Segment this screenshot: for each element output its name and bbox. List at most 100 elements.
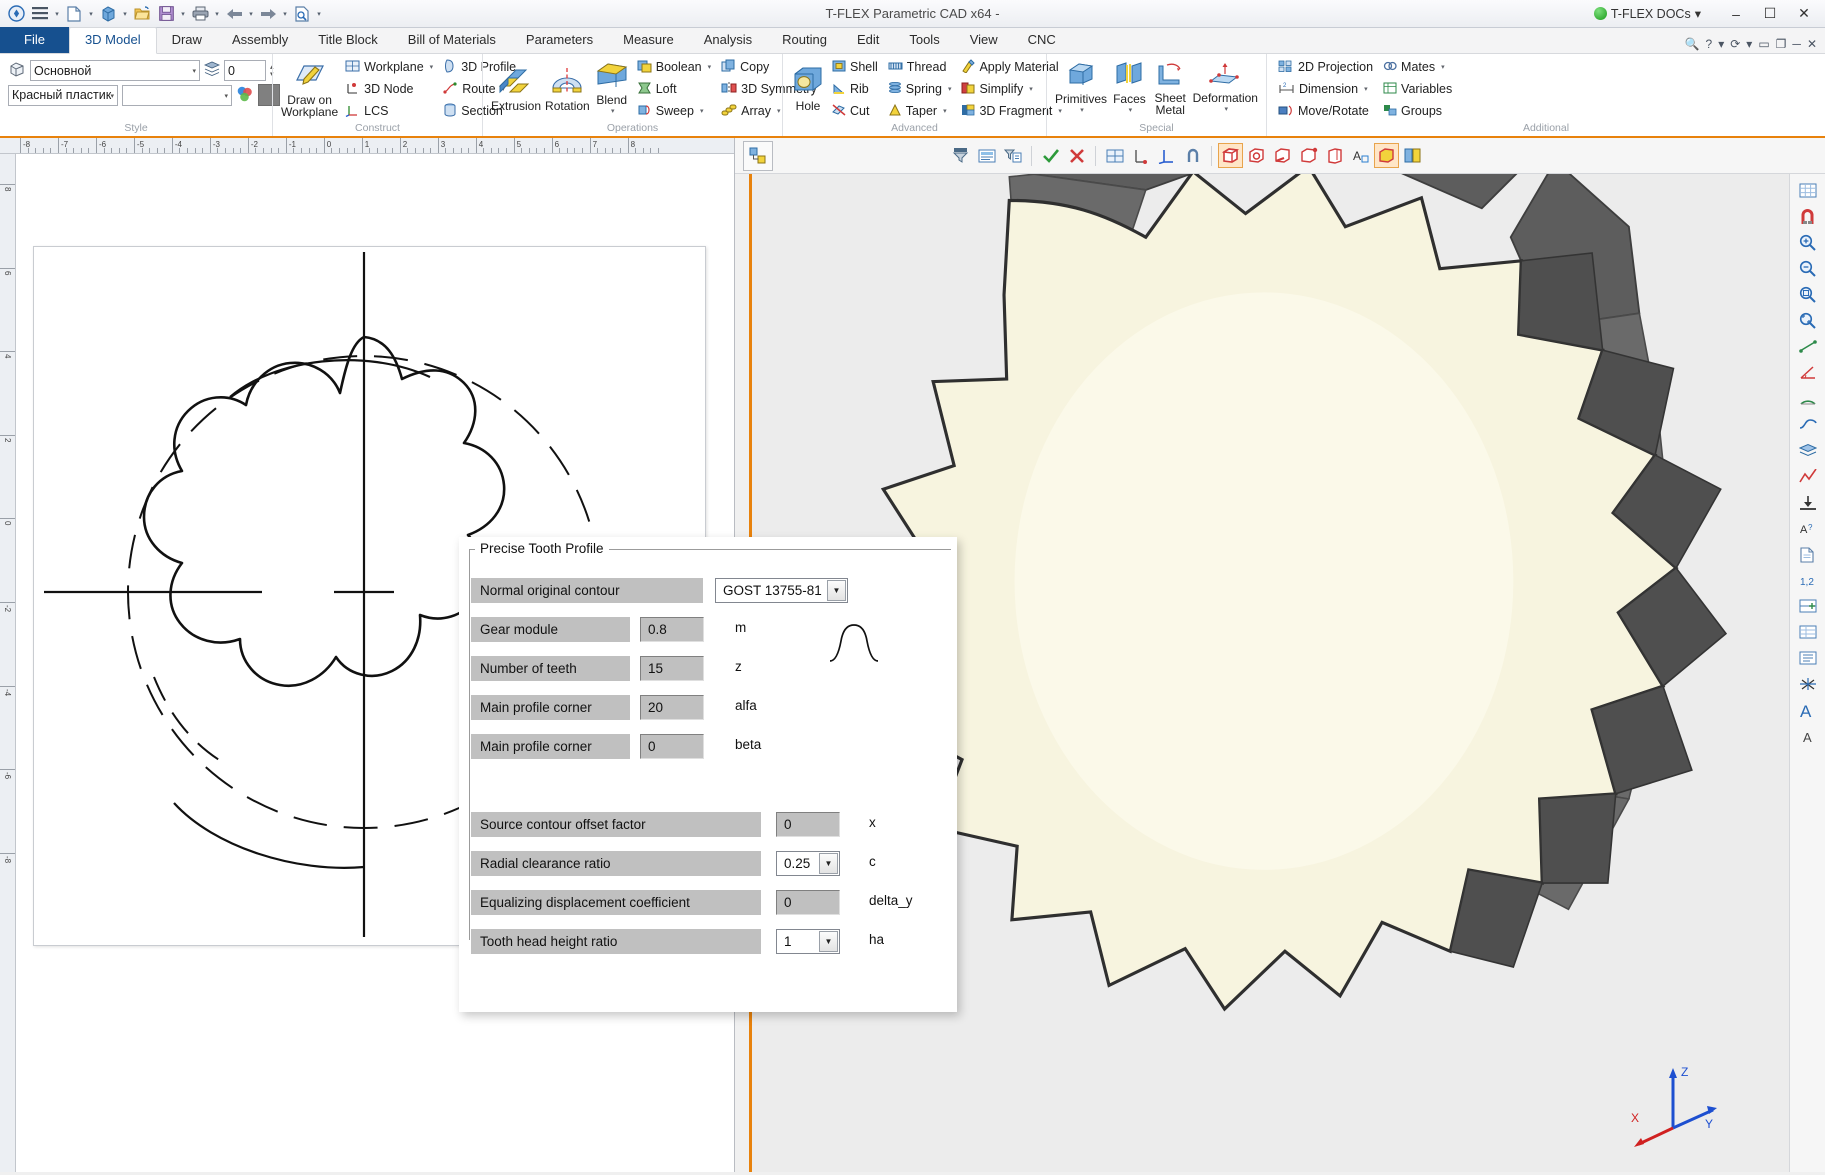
measure-arc-icon[interactable]	[1793, 386, 1823, 411]
search-icon[interactable]: 🔍	[1685, 37, 1700, 51]
boolean-dropdown-icon[interactable]: ▾	[708, 63, 712, 71]
normal-original-contour-combobox[interactable]: GOST 13755-81 ▼	[715, 578, 848, 603]
taper-button[interactable]: Taper ▾	[885, 101, 955, 122]
select-edge-icon[interactable]	[1271, 144, 1294, 167]
loft-button[interactable]: Loft	[634, 79, 714, 100]
layer-manager-icon[interactable]	[1793, 438, 1823, 463]
app-menu-icon[interactable]	[5, 3, 27, 25]
new-document-dropdown-icon[interactable]: ▾	[87, 10, 95, 18]
tab-file[interactable]: File	[0, 27, 69, 53]
tab-3d-model[interactable]: 3D Model	[68, 27, 157, 54]
tab-view[interactable]: View	[955, 28, 1013, 53]
number-of-teeth-input[interactable]: 15	[640, 656, 704, 681]
text-style-icon[interactable]: A?	[1793, 516, 1823, 541]
select-vertex-icon[interactable]	[1297, 144, 1320, 167]
tflex-docs-dropdown-icon[interactable]: ▾	[1695, 6, 1701, 21]
model-tree-toggle-icon[interactable]	[743, 140, 773, 171]
close-doc-icon[interactable]: ✕	[1807, 37, 1817, 51]
deformation-button[interactable]: Deformation ▾	[1193, 60, 1258, 118]
select-sheet-icon[interactable]	[1323, 144, 1346, 167]
big-text-icon[interactable]: A	[1793, 698, 1823, 723]
shell-button[interactable]: Shell	[829, 57, 881, 78]
list-view-icon[interactable]	[1793, 646, 1823, 671]
tab-measure[interactable]: Measure	[608, 28, 689, 53]
undo-icon[interactable]	[223, 3, 245, 25]
sweep-dropdown-icon[interactable]: ▾	[700, 107, 704, 115]
simplify-dropdown-icon[interactable]: ▾	[1029, 85, 1033, 93]
refresh-icon[interactable]: ⟳	[1730, 37, 1740, 51]
normal-original-contour-dropdown-icon[interactable]: ▼	[827, 580, 846, 601]
blend-dropdown-icon[interactable]: ▾	[611, 106, 615, 118]
precise-tooth-profile-dialog[interactable]: Precise Tooth Profile Normal original co…	[459, 537, 957, 1012]
insert-row-icon[interactable]	[1793, 594, 1823, 619]
help-dropdown-icon[interactable]: ▾	[1718, 37, 1724, 51]
accept-icon[interactable]	[1039, 144, 1062, 167]
sweep-button[interactable]: Sweep ▾	[634, 101, 714, 122]
level-field[interactable]: 0	[224, 60, 266, 81]
measure-curve-icon[interactable]	[1793, 412, 1823, 437]
tooth-head-height-ratio-combobox[interactable]: 1 ▼	[776, 929, 840, 954]
tab-routing[interactable]: Routing	[767, 28, 842, 53]
material-combobox[interactable]: Красный пластик ▾	[8, 84, 118, 106]
tab-cnc[interactable]: CNC	[1013, 28, 1071, 53]
graph-icon[interactable]	[1793, 464, 1823, 489]
document-properties-icon[interactable]	[1793, 542, 1823, 567]
minimize-button[interactable]: –	[1721, 3, 1751, 25]
tab-assembly[interactable]: Assembly	[217, 28, 303, 53]
blend-button[interactable]: Blend ▾	[594, 58, 630, 120]
save-dropdown-icon[interactable]: ▾	[179, 10, 187, 18]
select-face-icon[interactable]	[1245, 144, 1268, 167]
save-icon[interactable]	[155, 3, 177, 25]
primitives-button[interactable]: Primitives ▾	[1055, 59, 1107, 119]
rotation-button[interactable]: Rotation	[545, 64, 590, 114]
dimension-button[interactable]: 2 Dimension ▾	[1275, 79, 1376, 100]
open-folder-icon[interactable]	[131, 3, 153, 25]
horizontal-ruler[interactable]: -8 -7 -6 -5 -4 -3 -2 -1 0 1 2 3 4 5 6 7 8	[0, 138, 734, 154]
help-icon[interactable]: ?	[1706, 37, 1713, 51]
equalizing-displacement-coefficient-input[interactable]: 0	[776, 890, 840, 915]
align-bottom-icon[interactable]	[1793, 490, 1823, 515]
right-vertical-toolbar[interactable]: A? 1,2 A A	[1789, 174, 1825, 1172]
quick-access-toolbar[interactable]: ▾ ▾ ▾ ▾ ▾ ▾ ▾ ▾	[0, 3, 323, 25]
zoom-fit-icon[interactable]	[1793, 308, 1823, 333]
zoom-out-icon[interactable]	[1793, 256, 1823, 281]
customize-qat-icon[interactable]: ▾	[315, 10, 323, 18]
faces-dropdown-icon[interactable]: ▾	[1129, 105, 1133, 117]
print-dropdown-icon[interactable]: ▾	[213, 10, 221, 18]
groups-button[interactable]: Groups	[1380, 101, 1455, 122]
lcs-button[interactable]: LCS	[342, 101, 436, 122]
3d-command-toolbar[interactable]: A	[949, 143, 1424, 168]
tab-bill-of-materials[interactable]: Bill of Materials	[393, 28, 511, 53]
close-button[interactable]: ✕	[1789, 3, 1819, 25]
main-profile-corner-alfa-input[interactable]: 20	[640, 695, 704, 720]
boolean-button[interactable]: Boolean ▾	[634, 57, 714, 78]
new-3d-dropdown-icon[interactable]: ▾	[121, 10, 129, 18]
mates-button[interactable]: Mates ▾	[1380, 57, 1455, 78]
magnet-icon[interactable]	[1181, 144, 1204, 167]
tflex-docs-button[interactable]: T-FLEX DOCs ▾	[1593, 6, 1701, 21]
spring-button[interactable]: Spring ▾	[885, 79, 955, 100]
new-3d-model-icon[interactable]	[97, 3, 119, 25]
tab-analysis[interactable]: Analysis	[689, 28, 767, 53]
measure-angle-icon[interactable]	[1793, 360, 1823, 385]
mates-dropdown-icon[interactable]: ▾	[1441, 63, 1445, 71]
maximize-button[interactable]: ☐	[1755, 3, 1785, 25]
tooth-head-height-ratio-dropdown-icon[interactable]: ▼	[819, 931, 838, 952]
cancel-icon[interactable]	[1065, 144, 1088, 167]
rib-button[interactable]: Rib	[829, 79, 881, 100]
2d-projection-button[interactable]: 2D Projection	[1275, 57, 1376, 78]
main-profile-corner-beta-input[interactable]: 0	[640, 734, 704, 759]
radial-clearance-ratio-combobox[interactable]: 0.25 ▼	[776, 851, 840, 876]
hole-button[interactable]: Hole	[791, 64, 825, 114]
move-rotate-button[interactable]: Move/Rotate	[1275, 101, 1376, 122]
zoom-in-icon[interactable]	[1793, 230, 1823, 255]
primitives-dropdown-icon[interactable]: ▾	[1080, 105, 1084, 117]
sheet-metal-button[interactable]: Sheet Metal	[1152, 60, 1189, 118]
taper-dropdown-icon[interactable]: ▾	[943, 107, 947, 115]
workplane-dropdown-icon[interactable]: ▾	[430, 63, 434, 71]
gear-module-input[interactable]: 0.8	[640, 617, 704, 642]
source-contour-offset-factor-input[interactable]: 0	[776, 812, 840, 837]
undo-dropdown-icon[interactable]: ▾	[247, 10, 255, 18]
radial-clearance-ratio-dropdown-icon[interactable]: ▼	[819, 853, 838, 874]
new-document-icon[interactable]	[63, 3, 85, 25]
